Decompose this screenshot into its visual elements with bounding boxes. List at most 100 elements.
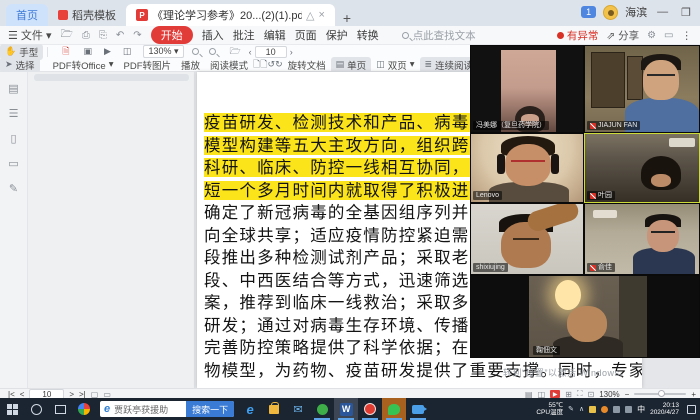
close-tab-icon[interactable]: × [318,9,324,21]
message-count-badge[interactable]: 1 [581,6,596,18]
zoom-slider-knob[interactable] [658,390,665,397]
tray-icon-network[interactable] [613,406,620,413]
video-conference-panel[interactable]: 冯美娜（复旦药学院） JIAJUN FAN Lenovo 叶园 [470,45,700,358]
notification-center-icon[interactable] [687,405,696,414]
slideshow-play-button[interactable]: ▶ [550,390,560,398]
print-icon[interactable]: ⎘ [99,30,107,41]
meeting-app-button[interactable] [406,398,430,420]
video-tile-active-speaker[interactable]: 叶园 [584,133,700,203]
left-sidebar: ▤ ☰ ▯ ▭ ✎ [0,72,28,388]
redo-icon[interactable]: ↷ [133,30,141,41]
rotate-doc-button[interactable]: 旋转文档 [283,57,331,73]
read-mode-button[interactable]: 阅读模式 [205,57,253,73]
participant-label: 冯美娜（复旦药学院） [473,121,549,130]
store-button[interactable] [262,398,286,420]
settings-gear-icon[interactable]: ⚙ [647,30,656,41]
taskbar-search-box[interactable]: e 贾跃亭获援助 搜索一下 [100,401,234,417]
bookmark-panel-icon[interactable]: ▯ [10,132,16,145]
mail-button[interactable]: ✉ [286,398,310,420]
video-tile[interactable]: JIAJUN FAN [584,45,700,133]
file-menu[interactable]: ☰ 文件 ▾ [8,27,52,43]
save-icon[interactable]: ⎙ [82,30,90,41]
red-app-button[interactable] [358,398,382,420]
video-tile[interactable]: 冯美娜（复旦药学院） [470,45,584,133]
zoom-in-icon[interactable] [209,48,216,55]
start-button[interactable] [0,398,24,420]
taskbar-clock[interactable]: 20:13 2020/4/27 [650,402,679,417]
ribbon-tab-page[interactable]: 页面 [295,27,317,43]
pen-workspace-icon[interactable]: ✎ [568,405,574,413]
tab-home[interactable]: 首页 [6,4,48,26]
find-text-box[interactable]: 点此查找文本 [402,28,476,43]
new-tab-button[interactable]: + [343,10,351,26]
navigation-panel[interactable] [28,72,195,388]
tray-icon-folder[interactable] [589,406,596,413]
tray-icon-orange[interactable] [601,406,608,413]
tray-expand-icon[interactable]: ∧ [579,405,584,413]
rotate-right-icon[interactable]: ↻ [275,59,283,70]
open-icon[interactable]: 🗁 [61,27,73,44]
pdf-to-office-button[interactable]: PDF转Office ▾ [48,57,119,73]
attachment-panel-icon[interactable]: ✎ [9,182,18,195]
mic-off-icon [590,193,596,199]
video-tile[interactable]: 俞佳 [584,203,700,275]
zoom-out-icon[interactable] [192,48,199,55]
ribbon-tab-comment[interactable]: 批注 [233,27,255,43]
minimize-button[interactable]: — [654,6,671,18]
more-menu-icon[interactable]: ⋮ [682,30,693,42]
comment-bubble-icon[interactable]: ▭ [664,30,673,41]
tab-bar: 首页 稻壳模板 P 《理论学习参考》20...(2)(1).pdf △ × + … [0,0,700,26]
read-mode-icon[interactable]: ◫ [123,46,132,57]
page-icon-2[interactable]: 🗋 [260,57,267,73]
undo-icon[interactable]: ↶ [116,30,124,41]
sync-error-icon [557,32,564,39]
single-page-button[interactable]: ▤单页 [331,57,372,73]
green-app-button[interactable] [310,398,334,420]
prev-page-arrow[interactable]: ‹ [249,47,252,57]
double-page-button[interactable]: ◫双页 ▾ [371,57,419,73]
video-tile[interactable]: shixiujing [470,203,584,275]
edge-icon: e [247,402,254,417]
wps-app-button[interactable]: W [334,398,358,420]
next-page-arrow[interactable]: › [290,47,293,57]
search-icon [402,32,409,39]
wechat-button[interactable] [382,398,406,420]
select-tool-button[interactable]: ➤ 选择 [0,57,40,73]
avatar[interactable] [603,5,618,20]
mail-icon: ✉ [294,403,303,416]
search-button[interactable]: 搜索一下 [186,401,234,417]
participant-label: 叶园 [587,191,615,200]
play-circle-icon[interactable]: ▶ [104,46,111,57]
windows-logo-icon [7,404,18,415]
outline-panel-icon[interactable]: ☰ [9,107,19,120]
tab-document[interactable]: P 《理论学习参考》20...(2)(1).pdf △ × [126,4,335,26]
pdf-to-image-button[interactable]: PDF转图片 [119,57,177,73]
pinwheel-icon [78,403,90,415]
restore-button[interactable]: ❐ [678,6,694,19]
ribbon-tab-convert[interactable]: 转换 [357,27,379,43]
sync-status[interactable]: 有异常 [557,28,599,43]
ribbon-tab-insert[interactable]: 插入 [202,27,224,43]
rotate-left-icon[interactable]: ↺ [268,59,276,70]
pinwheel-app-button[interactable] [72,398,96,420]
share-button[interactable]: ⇗ 分享 [606,28,639,43]
cortana-button[interactable] [24,398,48,420]
edge-browser-button[interactable]: e [238,398,262,420]
ribbon-tab-protect[interactable]: 保护 [326,27,348,43]
ime-indicator[interactable]: 中 [637,404,645,415]
task-view-button[interactable] [48,398,72,420]
video-tile[interactable]: 鞠佃文 [470,275,700,358]
thumbnail-panel-icon[interactable]: ▤ [8,82,18,95]
image-icon[interactable]: ▣ [83,46,92,57]
zoom-slider[interactable] [634,393,686,395]
play-button[interactable]: 播放 [176,57,205,73]
windows-activation-watermark: 转到“设置”以激活 Windows。 [503,366,629,379]
ribbon-tab-start[interactable]: 开始 [151,26,193,44]
tray-icon-volume[interactable] [625,406,632,413]
tab-docker-templates[interactable]: 稻壳模板 [48,4,126,26]
comment-panel-icon[interactable]: ▭ [8,157,18,170]
ribbon-tab-edit[interactable]: 编辑 [264,27,286,43]
video-tile[interactable]: Lenovo [470,133,584,203]
page-icon-1[interactable]: 🗋 [253,57,260,73]
red-app-icon [364,403,376,415]
